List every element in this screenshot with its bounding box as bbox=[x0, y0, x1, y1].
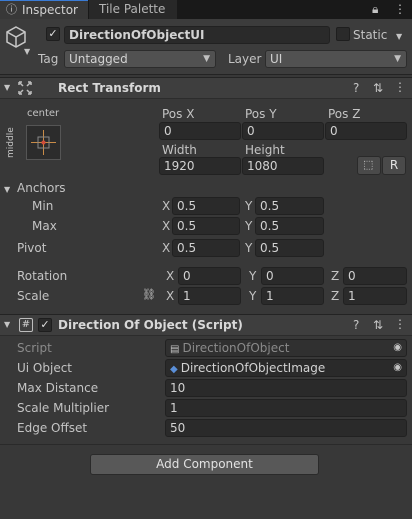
object-picker-icon: ◉ bbox=[393, 342, 402, 353]
ui-object-label: Ui Object bbox=[17, 361, 73, 375]
scale-x-label: X bbox=[166, 289, 175, 303]
max-distance-label: Max Distance bbox=[17, 381, 99, 395]
anchor-max-y-field[interactable]: 0.5 bbox=[255, 217, 324, 235]
rotation-z-label: Z bbox=[331, 269, 340, 283]
scale-multiplier-field[interactable]: 1 bbox=[165, 399, 407, 417]
chevron-down-icon: ▼ bbox=[203, 54, 210, 64]
tab-bar: ⓘ Inspector Tile Palette 🔒︎ ⋮ bbox=[0, 0, 412, 19]
add-component-button[interactable]: Add Component bbox=[90, 454, 319, 475]
anchor-max-label: Max bbox=[32, 219, 57, 233]
static-dropdown-arrow-icon[interactable]: ▼ bbox=[396, 30, 402, 44]
script-label: Script bbox=[17, 341, 52, 355]
anchor-min-x-field[interactable]: 0.5 bbox=[172, 197, 240, 215]
csharp-script-icon: # bbox=[19, 318, 33, 332]
rotation-z-field[interactable]: 0 bbox=[343, 267, 407, 285]
dotted-square-icon: ⬚ bbox=[363, 158, 374, 171]
scale-z-label: Z bbox=[331, 289, 340, 303]
tab-inspector[interactable]: ⓘ Inspector bbox=[0, 0, 88, 19]
rotation-x-label: X bbox=[166, 269, 175, 283]
anchor-max-y-label: Y bbox=[245, 219, 253, 233]
pos-y-field[interactable]: 0 bbox=[242, 122, 324, 140]
pivot-y-field[interactable]: 0.5 bbox=[255, 239, 324, 257]
object-header: ▼ ✓ DirectionOfObjectUI Static ▼ Tag Unt… bbox=[0, 19, 412, 75]
pivot-x-label: X bbox=[162, 241, 171, 255]
pos-x-label: Pos X bbox=[162, 107, 195, 121]
width-label: Width bbox=[162, 143, 197, 157]
help-icon[interactable]: ? bbox=[353, 318, 359, 332]
pivot-label: Pivot bbox=[17, 241, 47, 255]
help-icon[interactable]: ? bbox=[353, 81, 359, 95]
height-label: Height bbox=[245, 143, 285, 157]
raw-edit-button[interactable]: R bbox=[382, 156, 406, 175]
preset-sliders-icon[interactable]: ⇅ bbox=[373, 318, 383, 332]
active-toggle[interactable]: ✓ bbox=[46, 27, 60, 41]
divider bbox=[0, 444, 412, 445]
layer-dropdown[interactable]: UI ▼ bbox=[265, 50, 407, 68]
script-file-icon: ▤ bbox=[170, 344, 180, 355]
rotation-x-field[interactable]: 0 bbox=[178, 267, 241, 285]
script-reference-field: ▤ DirectionOfObject ◉ bbox=[165, 339, 407, 357]
inspector-icon: ⓘ bbox=[6, 3, 17, 16]
anchor-min-y-label: Y bbox=[245, 199, 253, 213]
tag-dropdown[interactable]: Untagged ▼ bbox=[64, 50, 216, 68]
scale-y-label: Y bbox=[249, 289, 257, 303]
scale-multiplier-label: Scale Multiplier bbox=[17, 401, 110, 415]
anchor-preset-horizontal-label: center bbox=[27, 108, 60, 119]
more-options-icon[interactable]: ⋮ bbox=[394, 317, 406, 331]
anchor-min-x-label: X bbox=[162, 199, 171, 213]
script-enabled-toggle[interactable]: ✓ bbox=[38, 318, 52, 332]
preset-sliders-icon[interactable]: ⇅ bbox=[373, 81, 383, 95]
chevron-down-icon: ▼ bbox=[394, 54, 401, 64]
tab-tile-palette[interactable]: Tile Palette bbox=[89, 0, 177, 19]
anchor-preset-icon bbox=[31, 130, 56, 155]
foldout-arrow-icon[interactable]: ▼ bbox=[4, 318, 10, 332]
edge-offset-field[interactable]: 50 bbox=[165, 419, 407, 437]
anchor-preset-button[interactable] bbox=[26, 125, 61, 160]
pos-z-label: Pos Z bbox=[328, 107, 361, 121]
anchors-foldout-arrow-icon[interactable]: ▼ bbox=[4, 183, 10, 197]
scale-label: Scale bbox=[17, 289, 50, 303]
scale-x-field[interactable]: 1 bbox=[178, 287, 241, 305]
edge-offset-label: Edge Offset bbox=[17, 421, 88, 435]
anchor-min-y-field[interactable]: 0.5 bbox=[255, 197, 324, 215]
pos-y-label: Pos Y bbox=[245, 107, 277, 121]
static-label: Static bbox=[353, 28, 388, 42]
scale-z-field[interactable]: 1 bbox=[343, 287, 407, 305]
rotation-y-field[interactable]: 0 bbox=[261, 267, 324, 285]
ui-object-field[interactable]: ◆ DirectionOfObjectImage ◉ bbox=[165, 359, 407, 377]
anchor-max-x-field[interactable]: 0.5 bbox=[172, 217, 240, 235]
rect-transform-header[interactable]: ▼ Rect Transform ? ⇅ ⋮ bbox=[0, 77, 412, 99]
object-picker-icon[interactable]: ◉ bbox=[393, 361, 402, 375]
icon-dropdown-arrow-icon[interactable]: ▼ bbox=[24, 45, 30, 59]
rect-transform-title: Rect Transform bbox=[58, 81, 161, 95]
width-field[interactable]: 1920 bbox=[159, 157, 241, 175]
max-distance-field[interactable]: 10 bbox=[165, 379, 407, 397]
rotation-y-label: Y bbox=[249, 269, 257, 283]
anchor-preset-vertical-label: middle bbox=[6, 127, 16, 158]
more-options-icon[interactable]: ⋮ bbox=[394, 2, 406, 16]
rotation-label: Rotation bbox=[17, 269, 68, 283]
static-checkbox[interactable] bbox=[336, 27, 350, 41]
height-field[interactable]: 1080 bbox=[242, 157, 324, 175]
rect-transform-icon bbox=[18, 81, 32, 95]
foldout-arrow-icon[interactable]: ▼ bbox=[4, 81, 10, 95]
rect-transform-reference-icon: ◆ bbox=[170, 364, 178, 375]
anchors-label: Anchors bbox=[17, 181, 66, 195]
scale-y-field[interactable]: 1 bbox=[261, 287, 324, 305]
lock-icon[interactable]: 🔒︎ bbox=[372, 2, 378, 16]
pivot-x-field[interactable]: 0.5 bbox=[172, 239, 240, 257]
blueprint-mode-button[interactable]: ⬚ bbox=[357, 156, 381, 175]
more-options-icon[interactable]: ⋮ bbox=[394, 80, 406, 94]
tag-label: Tag bbox=[38, 52, 59, 66]
pivot-y-label: Y bbox=[245, 241, 253, 255]
script-component-header[interactable]: ▼ # ✓ Direction Of Object (Script) ? ⇅ ⋮ bbox=[0, 314, 412, 336]
layer-label: Layer bbox=[228, 52, 262, 66]
anchor-max-x-label: X bbox=[162, 219, 171, 233]
script-component-title: Direction Of Object (Script) bbox=[58, 318, 243, 332]
object-name-field[interactable]: DirectionOfObjectUI bbox=[64, 26, 330, 44]
anchor-min-label: Min bbox=[32, 199, 54, 213]
constrain-proportions-link-icon[interactable]: ⛓︎ bbox=[142, 288, 156, 302]
pos-z-field[interactable]: 0 bbox=[325, 122, 407, 140]
pos-x-field[interactable]: 0 bbox=[159, 122, 241, 140]
